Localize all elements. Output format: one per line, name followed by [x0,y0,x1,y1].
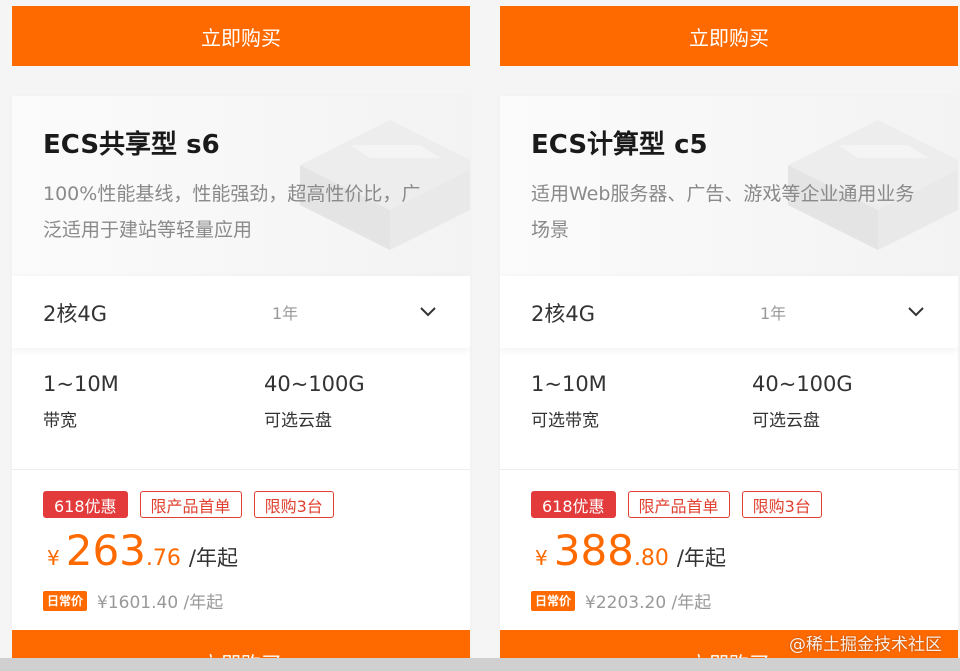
spec-value: 40~100G [752,372,853,396]
spec-value: 1~10M [531,372,607,396]
daily-price-badge: 日常价 [531,590,576,611]
product-column-c5: 立即购买 ECS计算型 c5 适用Web服务器、广告、游戏等企业通用业务场景 2… [500,0,958,671]
price-currency: ¥ [535,546,548,570]
promo-tag-limit: 限购3台 [741,491,822,518]
chevron-down-icon[interactable] [418,302,438,322]
price-decimal: .76 [145,546,181,571]
product-description: 适用Web服务器、广告、游戏等企业通用业务场景 [531,183,915,241]
promo-tag-first-order: 限产品首单 [139,491,242,518]
chevron-down-icon[interactable] [906,302,926,322]
spec-bandwidth: 1~10M 带宽 [43,372,119,431]
spec-list: 1~10M 可选带宽 40~100G 可选云盘 [500,348,958,470]
price-decimal: .80 [633,546,669,571]
card-header: ECS计算型 c5 适用Web服务器、广告、游戏等企业通用业务场景 [500,96,958,276]
price: ¥ 263 .76 /年起 [47,526,238,575]
promo-tags: 618优惠 限产品首单 限购3台 [531,491,822,518]
promo-tag-limit: 限购3台 [253,491,334,518]
spec-disk: 40~100G 可选云盘 [264,372,365,431]
spec-label: 可选云盘 [752,411,820,431]
spec-label: 可选带宽 [531,411,599,431]
price-unit: /年起 [188,546,238,570]
product-description: 100%性能基线，性能强劲，超高性价比，广泛适用于建站等轻量应用 [43,183,421,241]
product-column-s6: 立即购买 ECS共享型 s6 100%性能基线，性能强劲，超高性价比，广泛适用于… [12,0,470,671]
original-price: ¥1601.40 /年起 [97,593,224,613]
promo-tag-618: 618优惠 [531,491,616,518]
spec-list: 1~10M 带宽 40~100G 可选云盘 [12,348,470,470]
config-spec: 2核4G [43,302,107,326]
price-integer: 263 [65,526,146,575]
daily-price-badge: 日常价 [43,590,88,611]
buy-now-button-top[interactable]: 立即购买 [12,6,470,66]
buy-now-button-top[interactable]: 立即购买 [500,6,958,66]
config-selector[interactable]: 2核4G 1年 [12,276,470,348]
bottom-scrollbar-area [0,658,960,671]
config-term: 1年 [760,304,787,323]
promo-tags: 618优惠 限产品首单 限购3台 [43,491,334,518]
promo-tag-618: 618优惠 [43,491,128,518]
card-header: ECS共享型 s6 100%性能基线，性能强劲，超高性价比，广泛适用于建站等轻量… [12,96,470,276]
price-currency: ¥ [47,546,60,570]
spec-value: 40~100G [264,372,365,396]
product-card: ECS共享型 s6 100%性能基线，性能强劲，超高性价比，广泛适用于建站等轻量… [12,96,470,671]
config-selector[interactable]: 2核4G 1年 [500,276,958,348]
daily-price: 日常价 ¥2203.20 /年起 [531,588,711,613]
product-card: ECS计算型 c5 适用Web服务器、广告、游戏等企业通用业务场景 2核4G 1… [500,96,958,671]
config-term: 1年 [272,304,299,323]
daily-price: 日常价 ¥1601.40 /年起 [43,588,223,613]
spec-value: 1~10M [43,372,119,396]
price: ¥ 388 .80 /年起 [535,526,726,575]
product-title: ECS计算型 c5 [531,130,708,160]
spec-label: 可选云盘 [264,411,332,431]
spec-disk: 40~100G 可选云盘 [752,372,853,431]
price-integer: 388 [553,526,634,575]
original-price: ¥2203.20 /年起 [585,593,712,613]
promo-tag-first-order: 限产品首单 [627,491,730,518]
spec-bandwidth: 1~10M 可选带宽 [531,372,607,431]
spec-label: 带宽 [43,411,77,431]
product-title: ECS共享型 s6 [43,130,220,160]
watermark: @稀土掘金技术社区 [789,635,942,655]
config-spec: 2核4G [531,302,595,326]
price-unit: /年起 [676,546,726,570]
